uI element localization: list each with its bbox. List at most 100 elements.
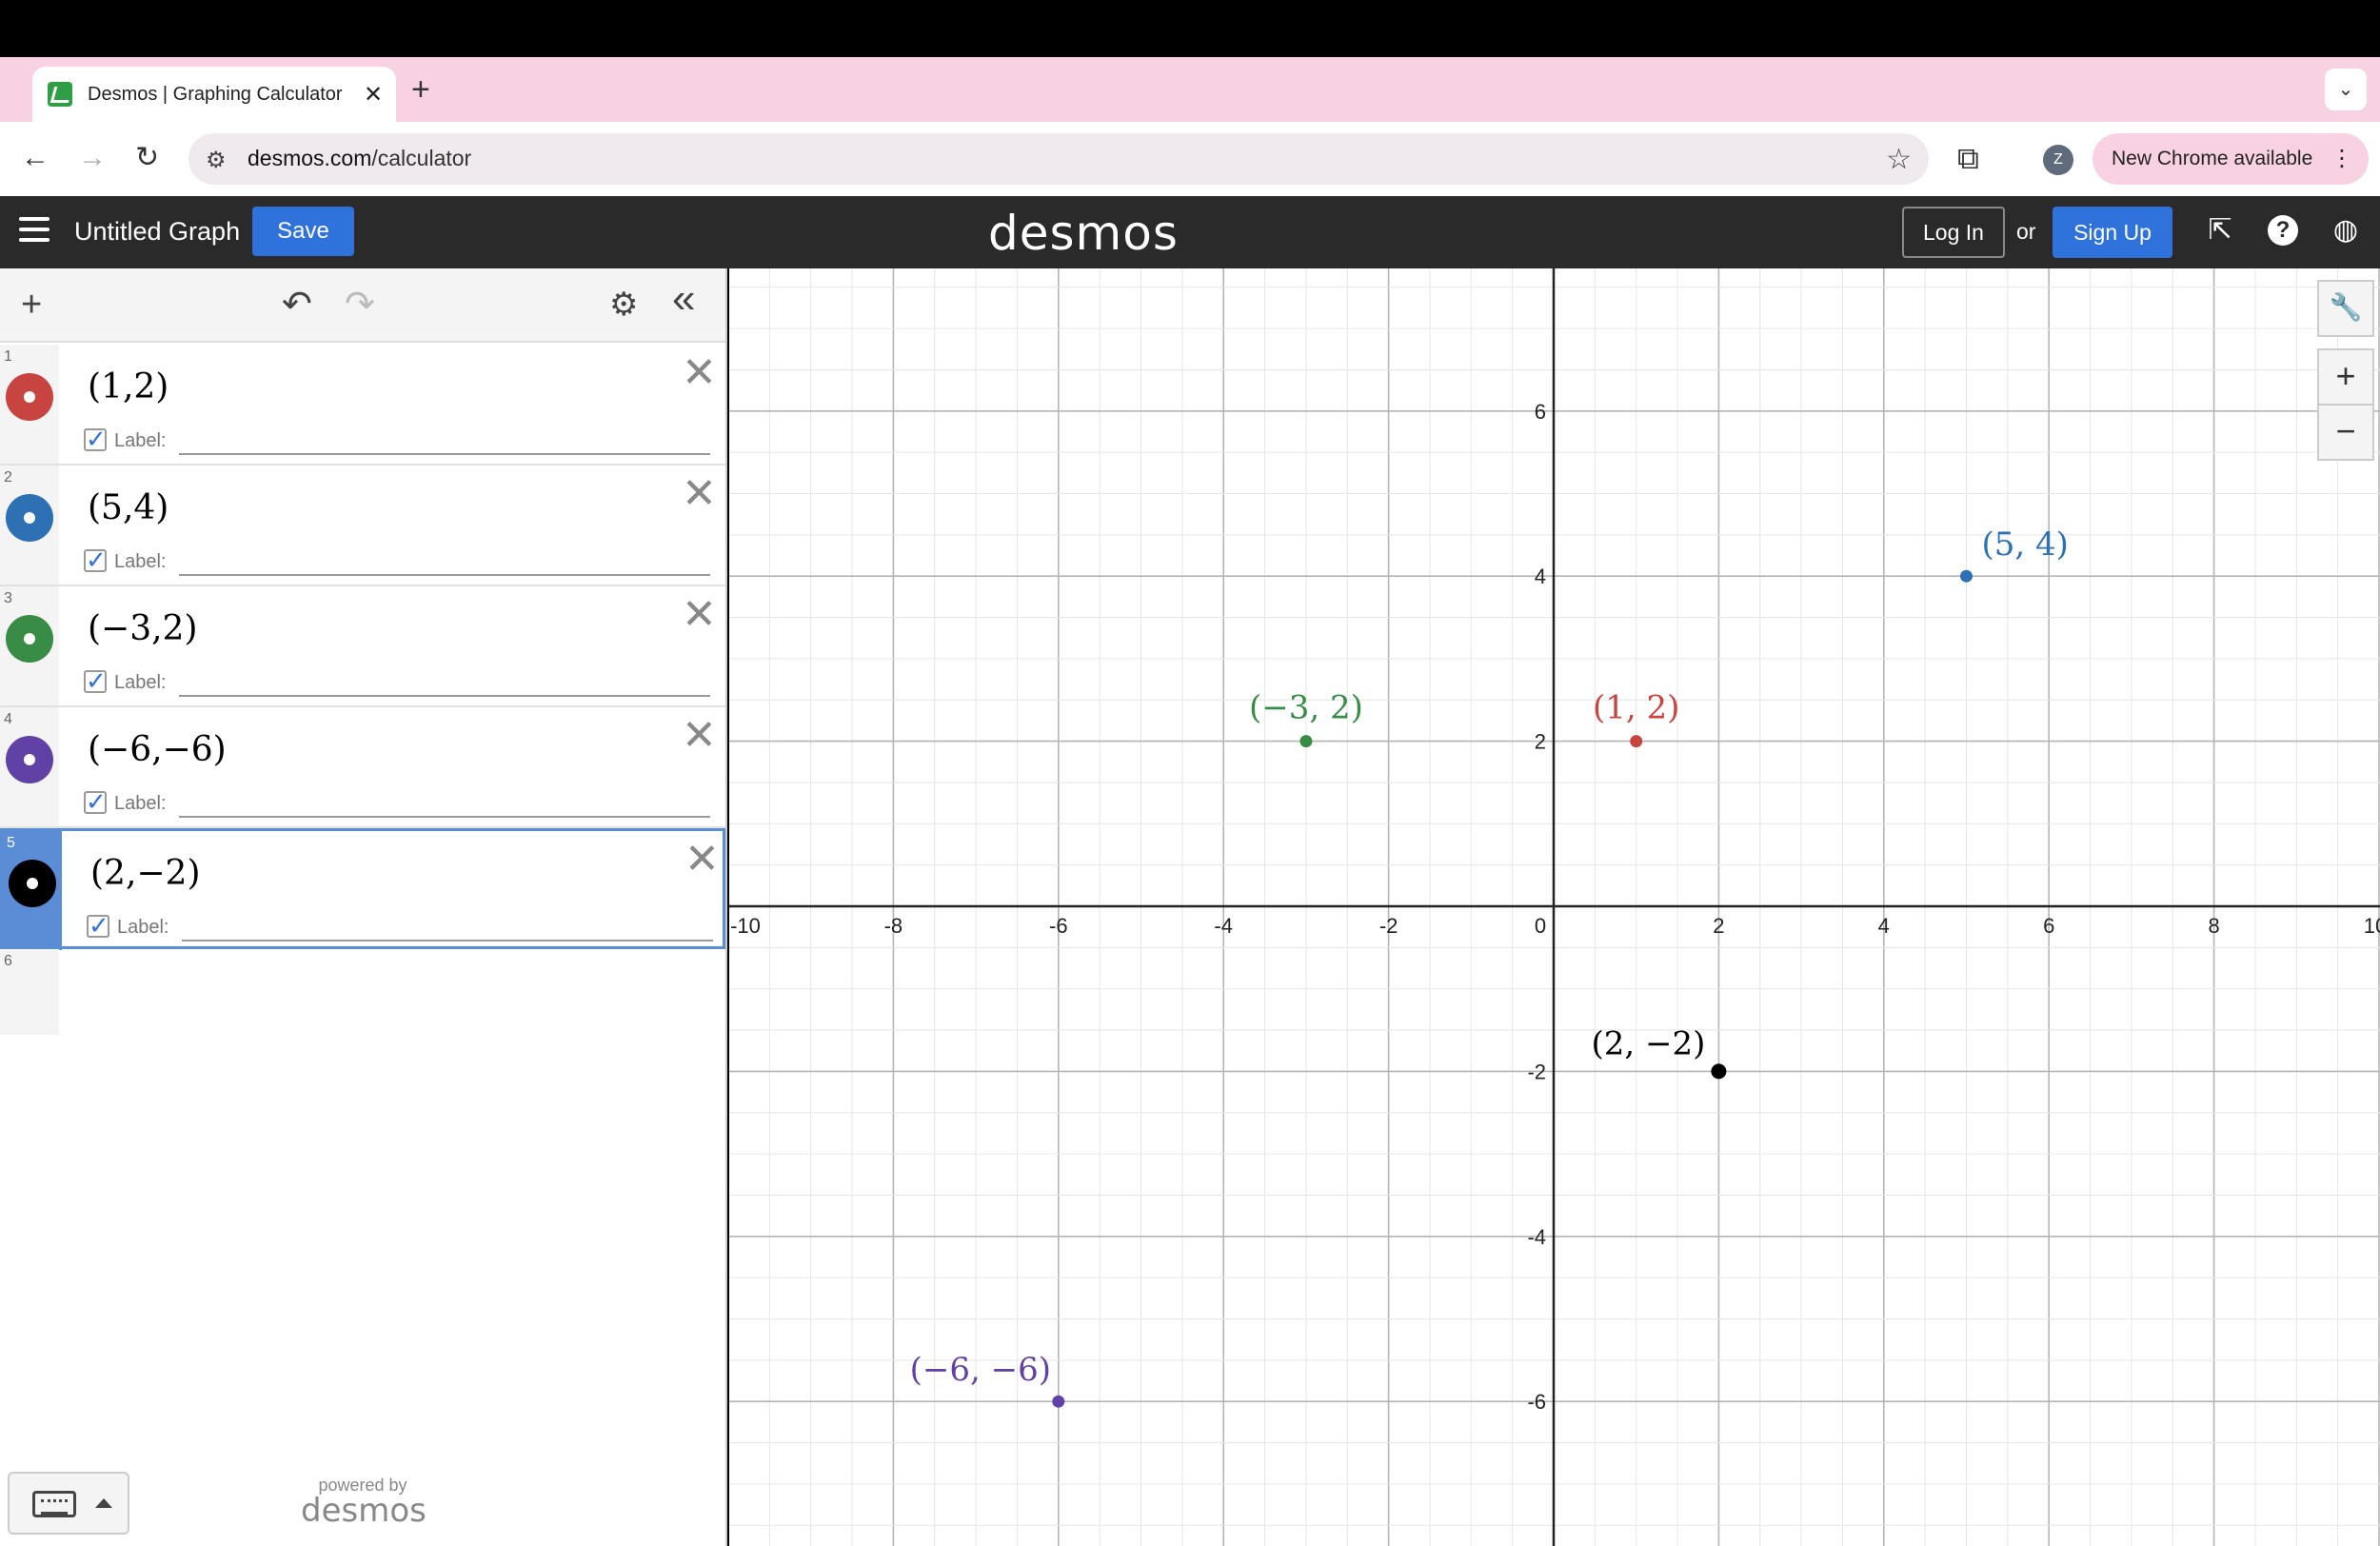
language-globe-icon[interactable]: ◍ bbox=[2329, 213, 2363, 248]
keyboard-icon bbox=[32, 1491, 76, 1517]
bookmark-star-icon[interactable]: ☆ bbox=[1886, 143, 1912, 176]
powered-by-logo: desmos bbox=[301, 1492, 426, 1530]
label-text: Label: bbox=[114, 793, 167, 814]
y-tick-label: 6 bbox=[1535, 400, 1546, 424]
url-bar[interactable]: ⚙ desmos.com/calculator ☆ bbox=[188, 133, 1929, 185]
graph-title[interactable]: Untitled Graph bbox=[74, 217, 240, 247]
point-label: (−3, 2) bbox=[1249, 689, 1363, 727]
keypad-toggle-button[interactable] bbox=[8, 1472, 129, 1535]
url-path: /calculator bbox=[371, 146, 472, 170]
label-checkbox[interactable]: ✓ bbox=[87, 913, 109, 938]
graph-paper[interactable]: -10 -8 -6 -4 -2 0 2 4 6 8 10 6 4 2 -2 -4 -6 (1, 2) (5, 4) (… bbox=[729, 268, 2380, 1546]
y-tick-label: 2 bbox=[1535, 730, 1546, 754]
reload-icon[interactable]: ↻ bbox=[135, 141, 159, 175]
desmos-logo: desmos bbox=[988, 206, 1179, 261]
data-point bbox=[1052, 1395, 1065, 1408]
powered-by-desmos[interactable]: powered by desmos bbox=[301, 1476, 426, 1530]
label-input[interactable] bbox=[179, 453, 710, 455]
x-tick-label: 4 bbox=[1878, 914, 1890, 938]
tab-desmos[interactable]: Desmos | Graphing Calculator ✕ bbox=[32, 67, 396, 122]
label-input[interactable] bbox=[179, 695, 710, 697]
label-checkbox[interactable]: ✓ bbox=[84, 668, 107, 693]
label-text: Label: bbox=[114, 551, 167, 572]
data-point bbox=[1960, 569, 1973, 583]
expression-gutter: 5 bbox=[3, 831, 62, 950]
zoom-out-button[interactable]: − bbox=[2317, 404, 2374, 461]
settings-gear-icon[interactable]: ⚙ bbox=[609, 286, 638, 324]
profile-avatar[interactable]: Z bbox=[2043, 145, 2073, 175]
extensions-icon[interactable]: ⧉ bbox=[1957, 141, 1979, 177]
zoom-in-button[interactable]: + bbox=[2317, 348, 2374, 406]
point-color-icon[interactable] bbox=[6, 736, 53, 783]
label-input[interactable] bbox=[179, 816, 710, 818]
hamburger-menu-icon[interactable] bbox=[19, 217, 50, 248]
forward-arrow-icon[interactable]: → bbox=[78, 141, 107, 175]
data-point bbox=[1299, 735, 1313, 748]
expression-input[interactable]: (−3,2) bbox=[88, 609, 198, 648]
remove-expression-icon[interactable]: ✕ bbox=[682, 594, 717, 636]
expression-input[interactable]: (5,4) bbox=[88, 488, 169, 527]
point-color-icon[interactable] bbox=[9, 860, 56, 907]
y-tick-label: -6 bbox=[1527, 1390, 1546, 1414]
expression-input[interactable]: (1,2) bbox=[88, 367, 169, 406]
y-tick-label: -4 bbox=[1527, 1225, 1546, 1249]
x-tick-label: 0 bbox=[1535, 914, 1546, 938]
chrome-menu-icon[interactable]: ⋮ bbox=[2330, 133, 2353, 185]
undo-icon[interactable]: ↶ bbox=[282, 286, 312, 324]
label-input[interactable] bbox=[179, 574, 710, 576]
point-color-icon[interactable] bbox=[6, 494, 53, 542]
empty-expression-row[interactable]: 6 bbox=[0, 949, 59, 1035]
expression-row[interactable]: 2 (5,4) ✕ ✓ Label: bbox=[0, 466, 725, 586]
expression-row[interactable]: 5 (2,−2) ✕ ✓ Label: bbox=[0, 828, 725, 950]
share-icon[interactable]: ⇱ bbox=[2203, 213, 2237, 248]
remove-expression-icon[interactable]: ✕ bbox=[684, 839, 720, 881]
save-button[interactable]: Save bbox=[252, 207, 354, 256]
add-item-icon[interactable]: + bbox=[21, 286, 42, 324]
expression-number: 6 bbox=[4, 953, 12, 969]
redo-icon[interactable]: ↷ bbox=[345, 286, 375, 324]
expression-gutter: 4 bbox=[0, 707, 59, 826]
label-checkbox[interactable]: ✓ bbox=[84, 547, 107, 572]
or-text: or bbox=[2016, 219, 2036, 244]
tab-search-chevron-icon[interactable]: ⌄ bbox=[2325, 69, 2367, 110]
remove-expression-icon[interactable]: ✕ bbox=[682, 473, 717, 515]
expression-input[interactable]: (−6,−6) bbox=[88, 730, 227, 769]
sign-up-button[interactable]: Sign Up bbox=[2053, 207, 2172, 258]
expression-row[interactable]: 3 (−3,2) ✕ ✓ Label: bbox=[0, 586, 725, 707]
label-checkbox[interactable]: ✓ bbox=[84, 426, 107, 451]
remove-expression-icon[interactable]: ✕ bbox=[682, 352, 717, 394]
new-tab-button[interactable]: + bbox=[411, 70, 430, 109]
back-arrow-icon[interactable]: ← bbox=[21, 141, 50, 175]
expression-input[interactable]: (2,−2) bbox=[90, 854, 201, 893]
collapse-panel-icon[interactable]: « bbox=[672, 278, 695, 320]
expression-row[interactable]: 1 (1,2) ✕ ✓ Label: bbox=[0, 345, 725, 466]
label-input[interactable] bbox=[182, 940, 713, 941]
update-label: New Chrome available bbox=[2112, 148, 2313, 169]
x-tick-label: -6 bbox=[1049, 914, 1068, 938]
log-in-button[interactable]: Log In bbox=[1902, 207, 2005, 258]
expression-number: 1 bbox=[4, 348, 12, 365]
tab-close-icon[interactable]: ✕ bbox=[364, 81, 383, 109]
label-checkbox[interactable]: ✓ bbox=[84, 789, 107, 814]
point-color-icon[interactable] bbox=[6, 373, 53, 421]
remove-expression-icon[interactable]: ✕ bbox=[682, 715, 717, 757]
data-point bbox=[1630, 735, 1643, 748]
point-label: (5, 4) bbox=[1982, 525, 2069, 564]
new-chrome-available-button[interactable]: New Chrome available ⋮ bbox=[2092, 133, 2369, 185]
desmos-header: Untitled Graph Save desmos Log In or Sig… bbox=[0, 196, 2380, 268]
x-tick-label: -2 bbox=[1379, 914, 1398, 938]
point-color-icon[interactable] bbox=[6, 615, 53, 663]
expression-panel: + ↶ ↷ ⚙ « 1 (1,2) ✕ ✓ Label: 2 (5,4) ✕ ✓ Label: 3 (… bbox=[0, 268, 727, 1546]
expression-toolbar: + ↶ ↷ ⚙ « bbox=[0, 268, 725, 343]
expression-row[interactable]: 4 (−6,−6) ✕ ✓ Label: bbox=[0, 707, 725, 828]
point-label: (2, −2) bbox=[1591, 1024, 1705, 1062]
y-tick-label: -2 bbox=[1527, 1060, 1546, 1083]
graph-settings-wrench-icon[interactable]: 🔧 bbox=[2317, 280, 2374, 337]
point-label: (−6, −6) bbox=[910, 1351, 1051, 1389]
data-point bbox=[1711, 1063, 1727, 1080]
help-icon[interactable]: ? bbox=[2268, 215, 2298, 246]
graph-svg[interactable]: -10 -8 -6 -4 -2 0 2 4 6 8 10 6 4 2 -2 -4 -6 (1, 2) (5, 4) (… bbox=[729, 268, 2380, 1546]
label-text: Label: bbox=[117, 917, 169, 938]
site-settings-icon[interactable]: ⚙ bbox=[206, 147, 227, 174]
caret-up-icon bbox=[95, 1498, 112, 1508]
